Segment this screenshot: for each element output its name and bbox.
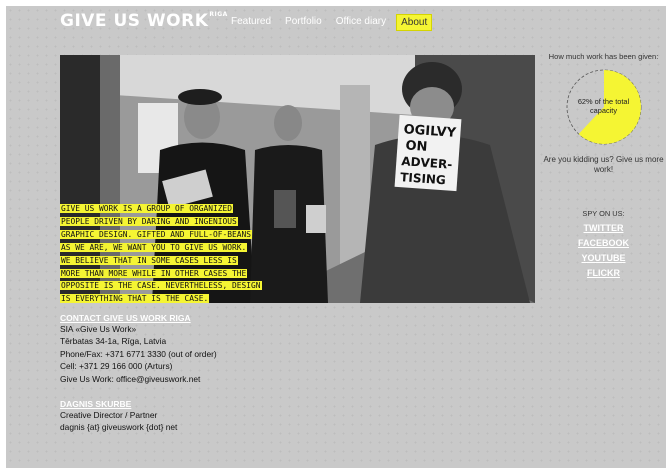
intro-line: MORE THAN MORE WHILE IN OTHER CASES THE: [60, 268, 248, 278]
logo-text[interactable]: GIVE US WORK: [60, 11, 208, 31]
intro-paragraph: GIVE US WORK IS A GROUP OF ORGANIZED PEO…: [60, 203, 290, 303]
contact-line: Tērbatas 34-1a, Rīga, Latvia: [60, 336, 167, 347]
person-role: Creative Director / Partner: [60, 410, 158, 421]
page-frame: GIVE US WORKRIGA Featured Portfolio Offi…: [6, 6, 666, 468]
intro-line: WE BELIEVE THAT IN SOME CASES LESS IS: [60, 255, 238, 265]
youtube-link[interactable]: YOUTUBE: [541, 253, 666, 263]
contact-line: Cell: +371 29 166 000 (Arturs): [60, 361, 173, 372]
intro-line: AS WE ARE, WE WANT YOU TO GIVE US WORK.: [60, 242, 248, 252]
intro-line: PEOPLE DRIVEN BY DARING AND INGENIOUS: [60, 216, 238, 226]
twitter-link[interactable]: TWITTER: [541, 223, 666, 233]
contact-line: Phone/Fax: +371 6771 3330 (out of order): [60, 348, 217, 359]
nav-featured[interactable]: Featured: [227, 14, 275, 31]
capacity-label: 62% of the total capacity: [577, 97, 630, 115]
spy-label: SPY ON US:: [582, 209, 625, 218]
social-links: TWITTER FACEBOOK YOUTUBE FLICKR: [541, 223, 666, 278]
contact-heading[interactable]: CONTACT GIVE US WORK RIGA: [60, 313, 360, 323]
nav-about[interactable]: About: [396, 14, 433, 31]
hero-photo: OGILVY ON ADVER- TISING GIVE US WORK IS …: [60, 55, 535, 303]
intro-line: GIVE US WORK IS A GROUP OF ORGANIZED: [60, 204, 234, 213]
intro-line: OPPOSITE IS THE CASE. NEVERTHELESS, DESI…: [60, 281, 262, 291]
logo-superscript: RIGA: [209, 11, 228, 18]
facebook-link[interactable]: FACEBOOK: [541, 238, 666, 248]
contact-line: SIA «Give Us Work»: [60, 324, 137, 334]
person-name[interactable]: DAGNIS SKURBE: [60, 399, 360, 409]
person-email: dagnis {at} giveuswork {dot} net: [60, 422, 178, 433]
intro-line: GRAPHIC DESIGN. GIFTED AND FULL-OF-BEANS: [60, 229, 253, 239]
contact-section: CONTACT GIVE US WORK RIGA SIA «Give Us W…: [60, 313, 360, 434]
give-more-prompt: Are you kidding us? Give us more work!: [543, 155, 664, 174]
nav-office-diary[interactable]: Office diary: [332, 14, 390, 31]
person-block: DAGNIS SKURBE Creative Director / Partne…: [60, 399, 360, 434]
sidebar: How much work has been given: 62% of the…: [541, 52, 666, 278]
nav-portfolio[interactable]: Portfolio: [281, 14, 326, 31]
capacity-question: How much work has been given:: [548, 52, 659, 61]
site-logo[interactable]: GIVE US WORKRIGA: [60, 11, 228, 31]
site-header: GIVE US WORKRIGA Featured Portfolio Offi…: [6, 6, 666, 40]
svg-text:ON: ON: [405, 138, 428, 154]
main-nav: Featured Portfolio Office diary About: [227, 14, 438, 31]
flickr-link[interactable]: FLICKR: [541, 268, 666, 278]
intro-line: IS EVERYTHING THAT IS THE CASE.: [60, 294, 210, 303]
capacity-gauge: 62% of the total capacity: [564, 67, 644, 147]
contact-email-line: Give Us Work: office@giveuswork.net: [60, 373, 201, 384]
